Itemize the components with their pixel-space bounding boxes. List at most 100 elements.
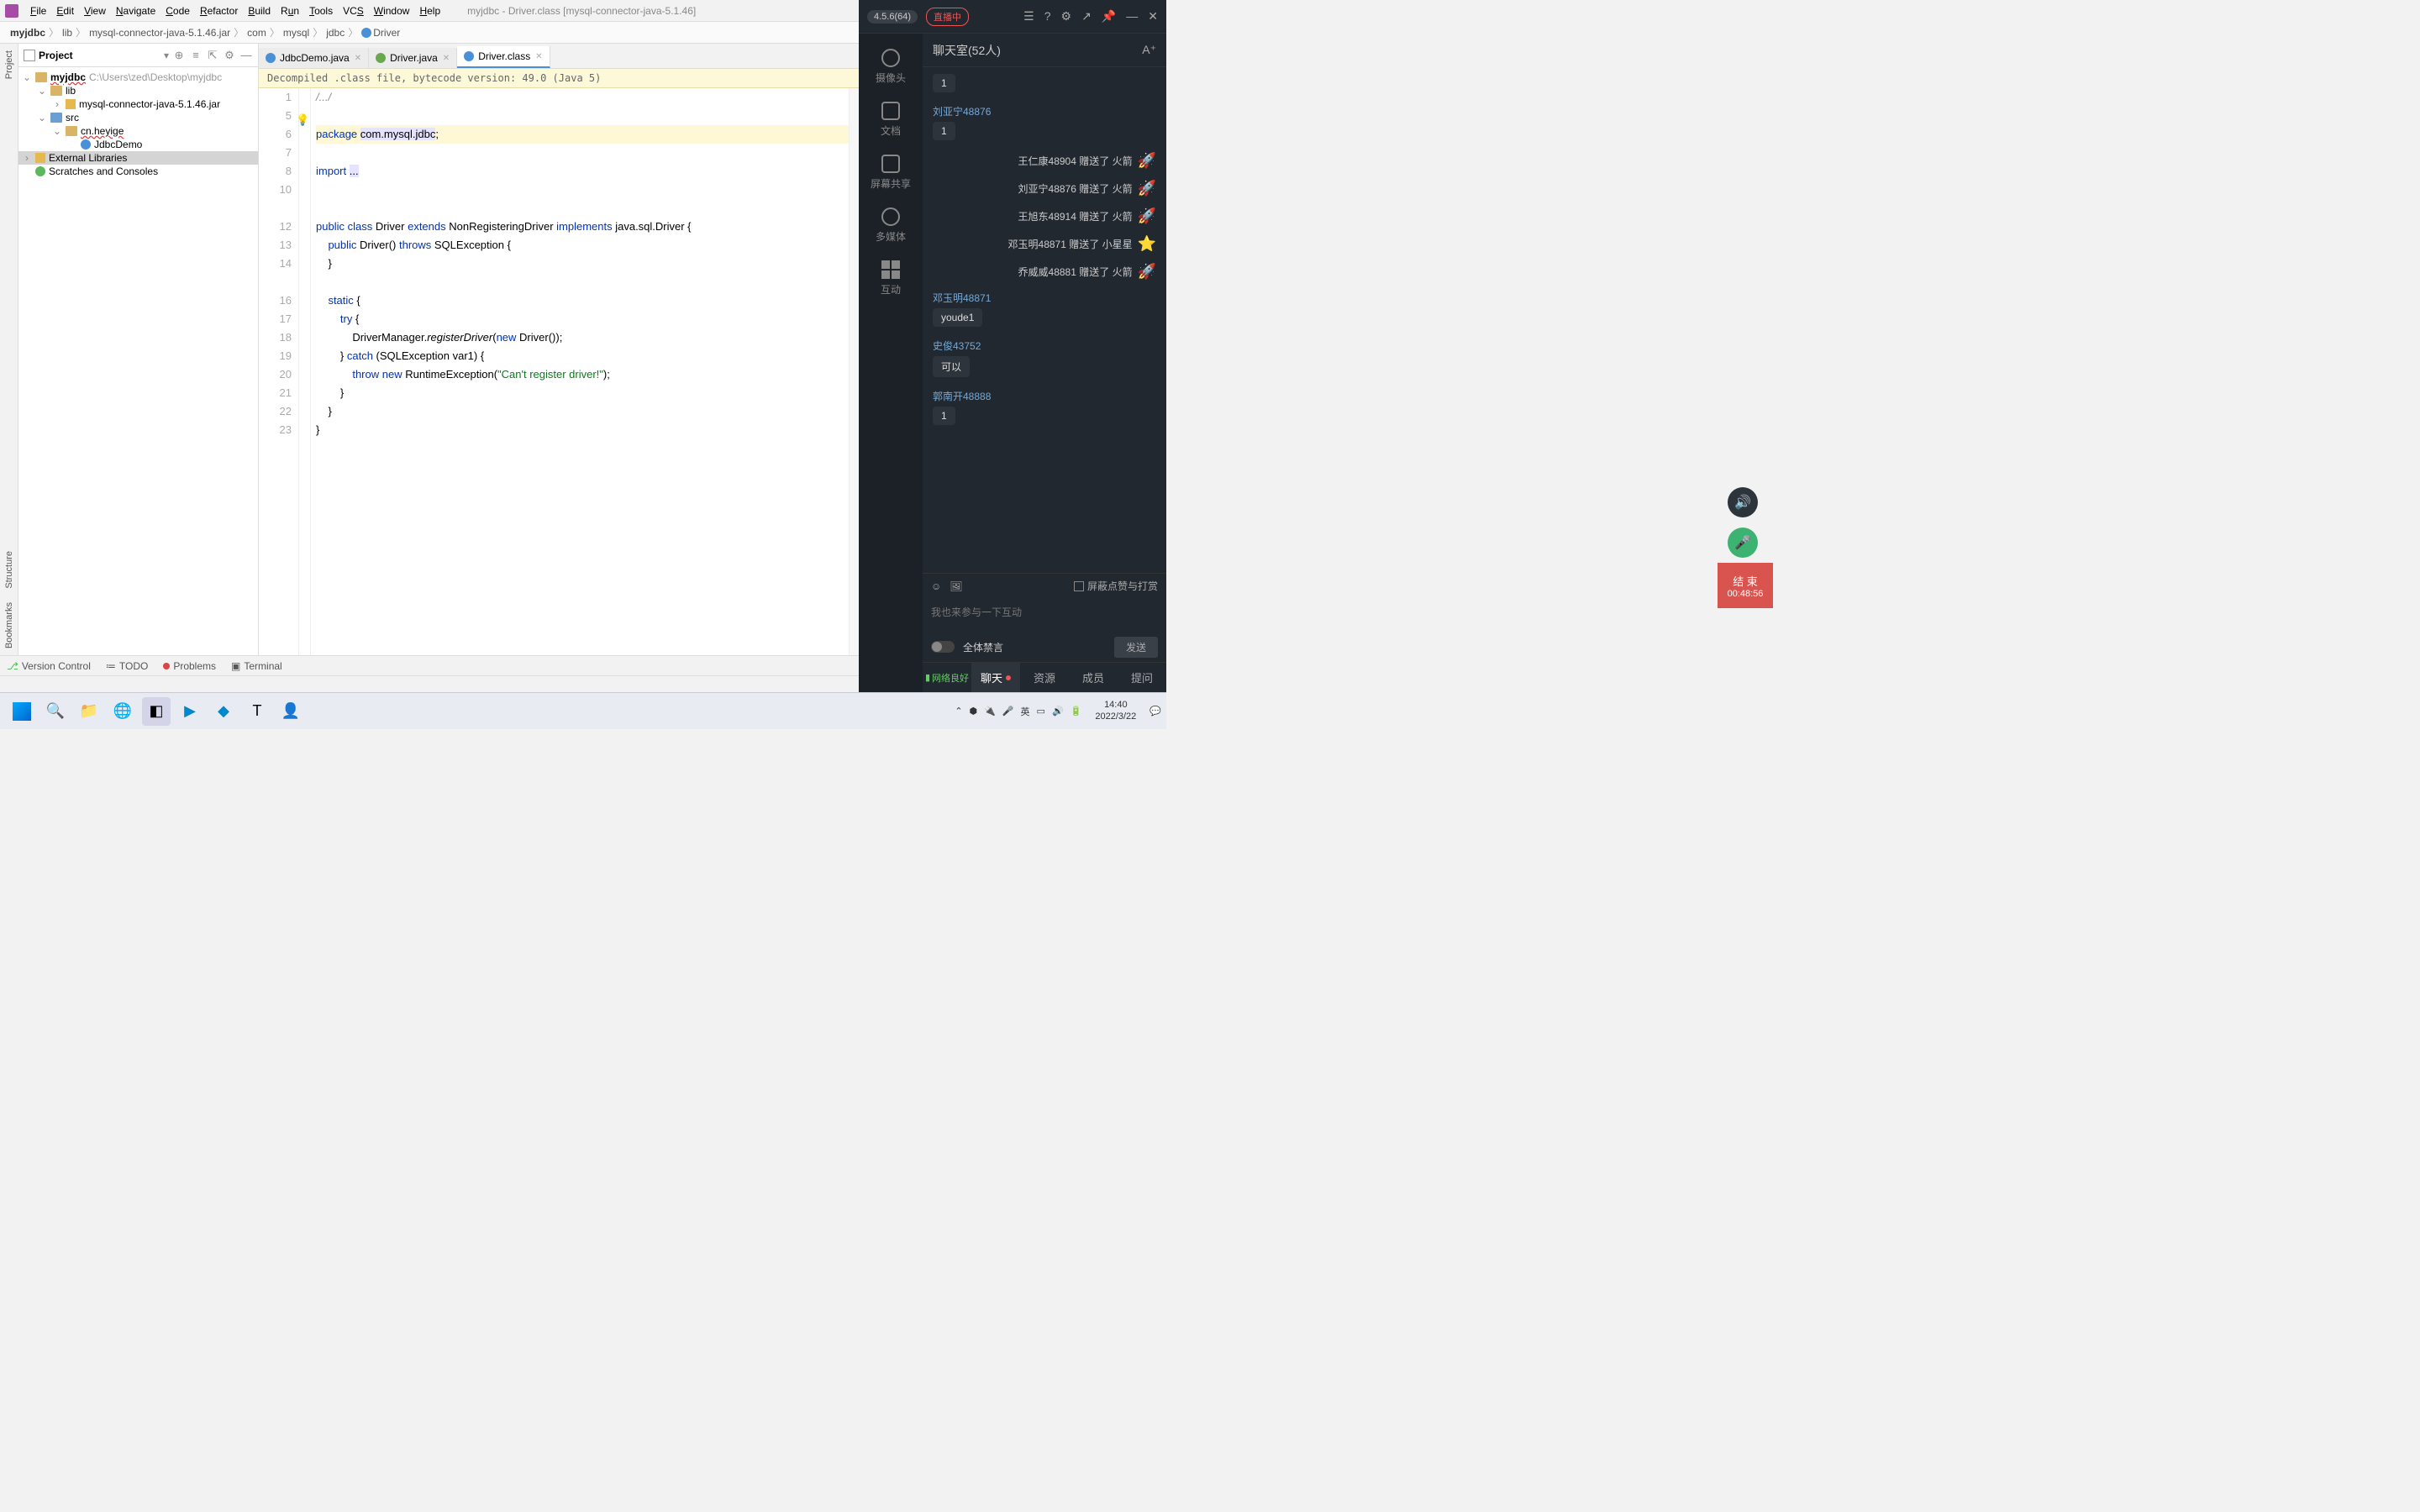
app-button[interactable]: ◆ — [209, 697, 238, 726]
tool-structure[interactable]: Structure — [3, 544, 16, 596]
menu-run[interactable]: Run — [276, 5, 304, 17]
close-icon[interactable]: ✕ — [1148, 9, 1158, 24]
menu-code[interactable]: Code — [160, 5, 195, 17]
tree-root[interactable]: ⌄myjdbcC:\Users\zed\Desktop\myjdbc — [18, 71, 258, 84]
hide-icon[interactable]: — — [239, 49, 253, 62]
close-icon[interactable]: ✕ — [443, 54, 450, 63]
tab-driver-java[interactable]: Driver.java✕ — [369, 48, 457, 68]
tab-resource[interactable]: 资源 — [1020, 663, 1069, 692]
menu-tools[interactable]: Tools — [304, 5, 338, 17]
help-icon[interactable]: ? — [1044, 9, 1051, 24]
tool-bookmarks[interactable]: Bookmarks — [3, 596, 16, 655]
intellij-button[interactable]: ◧ — [142, 697, 171, 726]
battery-icon[interactable]: 🔋 — [1071, 706, 1082, 717]
ide-window: File Edit View Navigate Code Refactor Bu… — [0, 0, 859, 692]
close-icon[interactable]: ✕ — [535, 52, 542, 61]
tool-todo[interactable]: ≔TODO — [106, 660, 148, 672]
shield-checkbox[interactable]: 屏蔽点赞与打赏 — [1074, 579, 1158, 593]
tree-package[interactable]: ⌄cn.heyige — [18, 124, 258, 138]
tray-icon[interactable]: ▭ — [1037, 706, 1045, 717]
collapse-all-icon[interactable]: ⇱ — [206, 49, 219, 62]
chat-list[interactable]: 1 刘亚宁488761 王仁康48904 赠送了 火箭🚀 刘亚宁48876 赠送… — [923, 67, 1166, 573]
menu-navigate[interactable]: Navigate — [111, 5, 160, 17]
breadcrumb-item[interactable]: Driver — [358, 27, 403, 39]
menu-refactor[interactable]: Refactor — [195, 5, 243, 17]
tab-driver-class[interactable]: Driver.class✕ — [457, 46, 550, 68]
chat-input[interactable]: 我也来参与一下互动 — [923, 598, 1166, 632]
app-button[interactable]: 👤 — [276, 697, 305, 726]
side-media[interactable]: 多媒体 — [859, 201, 923, 250]
settings-icon[interactable]: ⚙ — [1061, 9, 1072, 24]
tab-qa[interactable]: 提问 — [1118, 663, 1166, 692]
popout-icon[interactable]: ↗ — [1081, 9, 1092, 24]
speaker-fab[interactable]: 🔊 — [1728, 487, 1758, 517]
app-button[interactable]: ▶ — [176, 697, 204, 726]
settings-icon[interactable]: ⚙ — [223, 49, 236, 62]
tree-external-libs[interactable]: ›External Libraries — [18, 151, 258, 165]
menu-file[interactable]: File — [25, 5, 51, 17]
notifications-icon[interactable]: 💬 — [1150, 706, 1161, 717]
tree-src[interactable]: ⌄src — [18, 111, 258, 124]
send-button[interactable]: 发送 — [1114, 637, 1158, 658]
emoji-icon[interactable]: ☺ — [931, 580, 941, 592]
side-doc[interactable]: 文档 — [859, 95, 923, 144]
menu-edit[interactable]: Edit — [51, 5, 79, 17]
menu-window[interactable]: Window — [369, 5, 415, 17]
tool-problems[interactable]: Problems — [163, 660, 216, 672]
breadcrumb-root[interactable]: myjdbc — [7, 27, 49, 39]
tray-icon[interactable]: 🔌 — [984, 706, 996, 717]
tool-terminal[interactable]: ▣Terminal — [231, 660, 282, 672]
volume-icon[interactable]: 🔊 — [1052, 706, 1064, 717]
mic-fab[interactable]: 🎤 — [1728, 528, 1758, 558]
menu-help[interactable]: Help — [414, 5, 445, 17]
image-icon[interactable]: 🖼 — [950, 580, 962, 592]
breadcrumb-item[interactable]: com — [244, 27, 270, 39]
breadcrumb-item[interactable]: jdbc — [323, 27, 348, 39]
chat-title: 聊天室(52人) — [933, 42, 1001, 59]
stream-timer: 00:48:56 — [1728, 589, 1764, 599]
close-icon[interactable]: ✕ — [355, 54, 361, 63]
package-icon — [66, 126, 77, 136]
menu-build[interactable]: Build — [243, 5, 276, 17]
pin-icon[interactable]: 📌 — [1102, 9, 1116, 24]
clock[interactable]: 14:40 2022/3/22 — [1095, 700, 1136, 722]
tree-lib[interactable]: ⌄lib — [18, 84, 258, 97]
end-stream-button[interactable]: 结 束 00:48:56 — [1718, 563, 1773, 608]
tree-scratches[interactable]: Scratches and Consoles — [18, 165, 258, 178]
grid-icon — [881, 260, 900, 279]
dropdown-icon[interactable]: ▾ — [164, 50, 169, 61]
chat-tools: ☺ 🖼 屏蔽点赞与打赏 — [923, 573, 1166, 598]
chrome-button[interactable]: 🌐 — [108, 697, 137, 726]
side-interact[interactable]: 互动 — [859, 254, 923, 303]
tray-mic-icon[interactable]: 🎤 — [1002, 706, 1014, 717]
expand-all-icon[interactable]: ≡ — [189, 49, 203, 62]
tab-jdbcdemo[interactable]: JdbcDemo.java✕ — [259, 48, 369, 68]
side-camera[interactable]: 摄像头 — [859, 42, 923, 92]
start-button[interactable] — [8, 697, 36, 726]
menu-view[interactable]: View — [79, 5, 111, 17]
tab-chat[interactable]: 聊天 — [971, 663, 1020, 692]
tool-project[interactable]: Project — [3, 44, 16, 86]
side-screen[interactable]: 屏幕共享 — [859, 148, 923, 197]
tree-class[interactable]: JdbcDemo — [18, 138, 258, 151]
tool-vcs[interactable]: ⎇Version Control — [7, 660, 91, 672]
tray-chevron-icon[interactable]: ⌃ — [955, 706, 962, 717]
minimize-icon[interactable]: — — [1126, 9, 1138, 24]
font-size-button[interactable]: A⁺ — [1142, 43, 1156, 57]
code-editor[interactable]: 1567810 121314 1617181920212223 💡 /.../ … — [259, 88, 859, 655]
menu-icon[interactable]: ☰ — [1023, 9, 1034, 24]
mute-all-toggle[interactable] — [931, 641, 955, 653]
select-opened-icon[interactable]: ⊕ — [172, 49, 186, 62]
ime-indicator[interactable]: 英 — [1021, 705, 1030, 718]
tab-member[interactable]: 成员 — [1069, 663, 1118, 692]
menu-vcs[interactable]: VCS — [338, 5, 369, 17]
intention-bulb-icon[interactable]: 💡 — [296, 111, 309, 129]
app-button[interactable]: T — [243, 697, 271, 726]
search-button[interactable]: 🔍 — [41, 697, 70, 726]
breadcrumb-item[interactable]: mysql-connector-java-5.1.46.jar — [86, 27, 234, 39]
tree-jar[interactable]: ›mysql-connector-java-5.1.46.jar — [18, 97, 258, 111]
breadcrumb-item[interactable]: lib — [59, 27, 76, 39]
tray-icon[interactable]: ⬢ — [970, 706, 978, 717]
breadcrumb-item[interactable]: mysql — [280, 27, 313, 39]
explorer-button[interactable]: 📁 — [75, 697, 103, 726]
